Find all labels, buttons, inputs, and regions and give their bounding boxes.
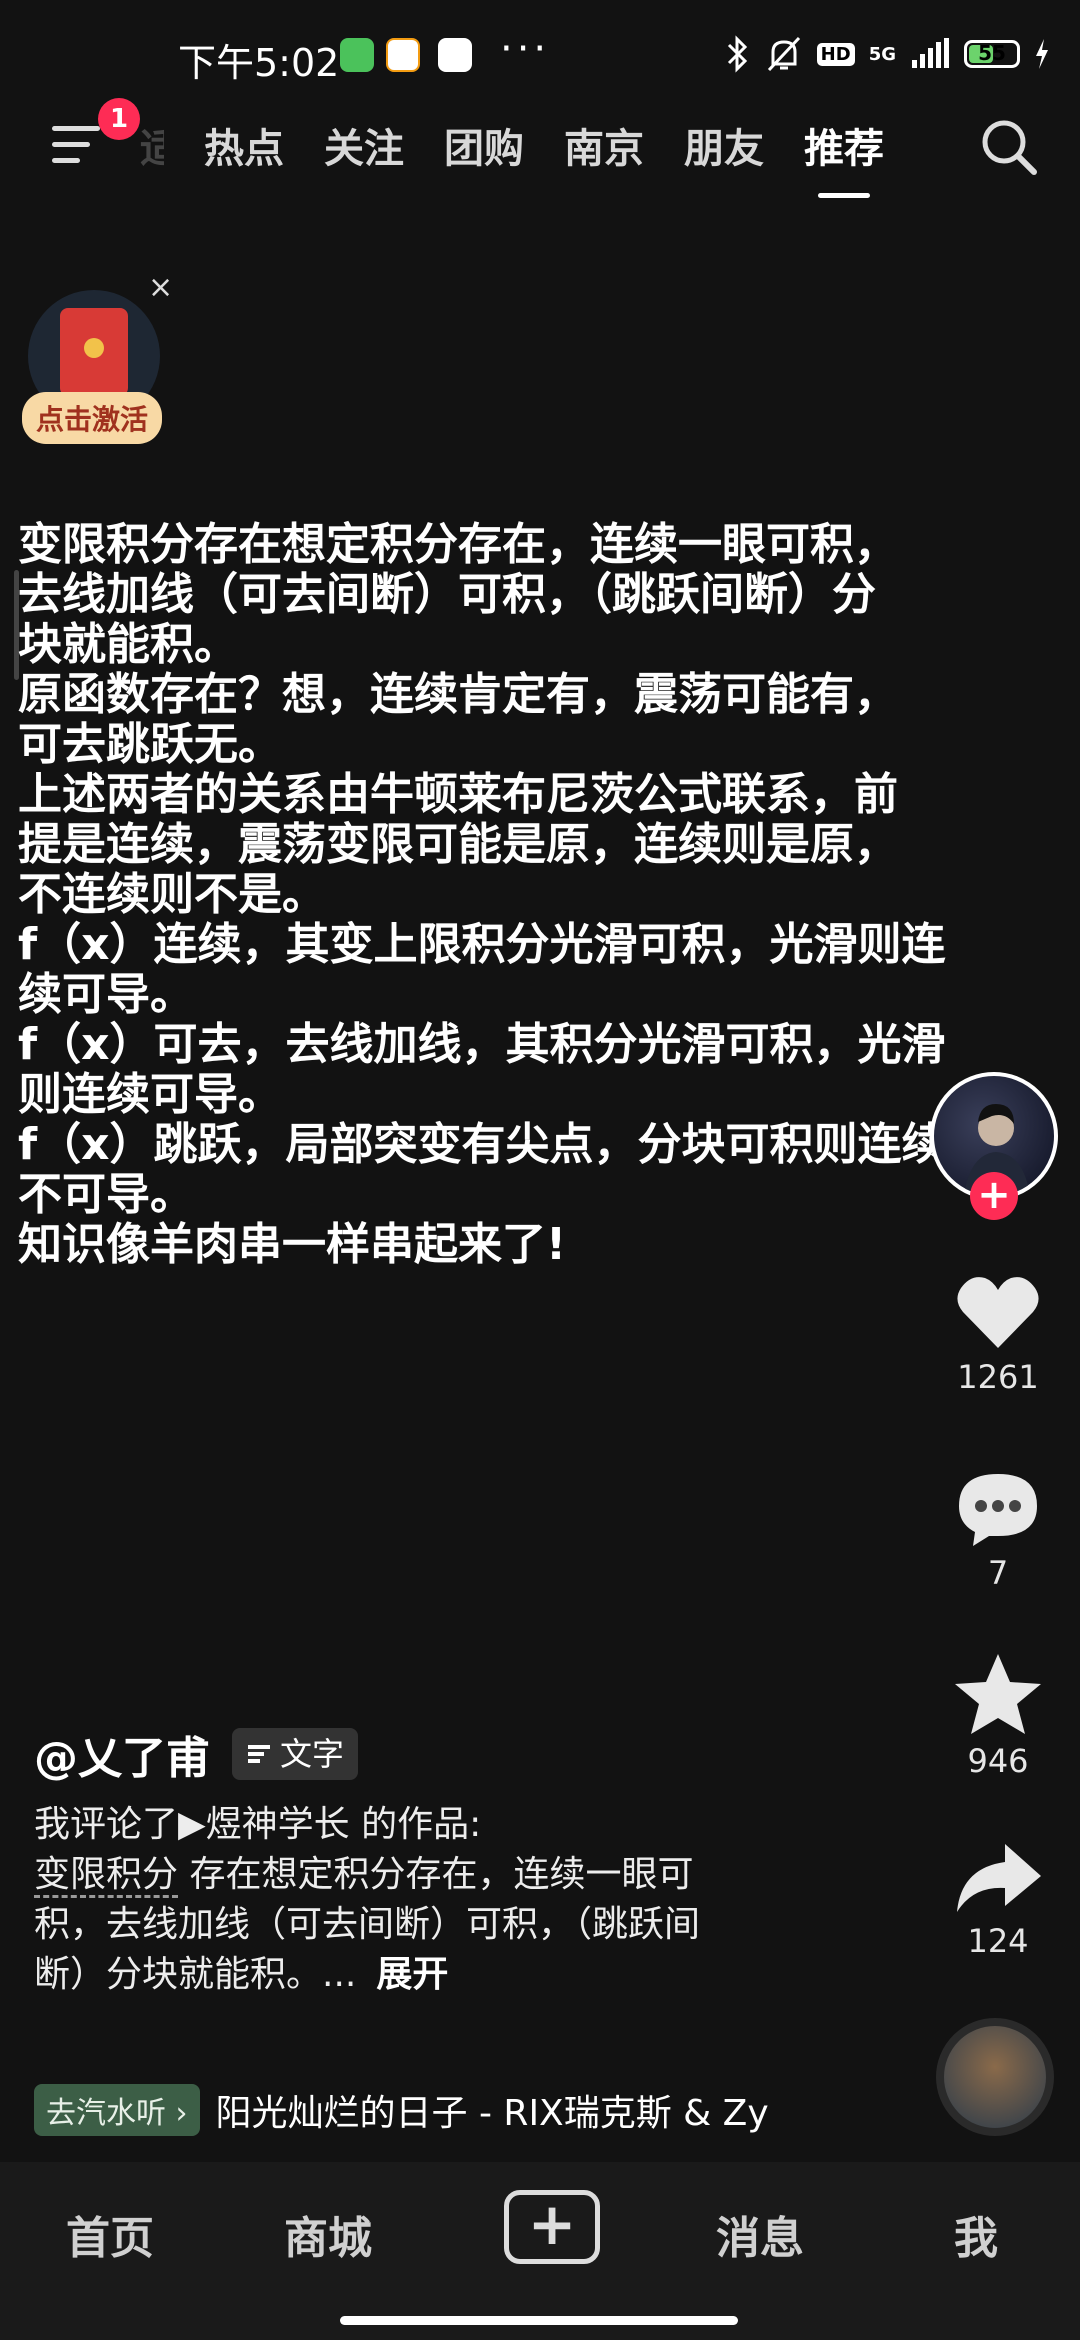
caption[interactable]: 我评论了▶煜神学长 的作品: 变限积分 存在想定积分存在，连续一眼可 积，去线加… bbox=[34, 1800, 854, 2000]
nav-me[interactable]: 我 bbox=[954, 2202, 998, 2266]
status-time: 下午5:02 bbox=[178, 41, 340, 85]
battery-percent: 55 bbox=[978, 41, 1006, 65]
tab-hot[interactable]: 热点 bbox=[204, 116, 284, 174]
soda-music-tag[interactable]: 去汽水听 › bbox=[34, 2084, 200, 2136]
post-line: 则连续可导。 bbox=[18, 1069, 282, 1120]
caption-line: 断）分块就能积。... 展开 bbox=[34, 1950, 854, 2000]
post-line: 原函数存在？想，连续肯定有，震荡可能有， bbox=[18, 669, 898, 720]
wechat-app-icon bbox=[340, 38, 374, 72]
post-line: 知识像羊肉串一样串起来了! bbox=[18, 1219, 567, 1270]
search-icon[interactable] bbox=[978, 116, 1040, 178]
follow-button[interactable]: + bbox=[970, 1172, 1018, 1220]
post-line: 不连续则不是。 bbox=[18, 869, 326, 920]
like-count: 1261 bbox=[957, 1358, 1039, 1396]
comment-button[interactable]: 7 bbox=[930, 1468, 1066, 1592]
close-icon[interactable]: × bbox=[148, 270, 173, 305]
post-line: 去线加线（可去间断）可积，（跳跃间断）分 bbox=[18, 569, 876, 620]
tab-recommend[interactable]: 推荐 bbox=[804, 116, 884, 198]
status-icons: HD 5G 55 bbox=[725, 34, 1050, 74]
music-title: 阳光灿烂的日子 - RIX瑞克斯 & Zy bbox=[215, 2093, 769, 2134]
bluetooth-icon bbox=[727, 35, 747, 73]
post-text: 变限积分存在想定积分存在，连续一眼可积， 去线加线（可去间断）可积，（跳跃间断）… bbox=[18, 520, 1068, 1270]
comment-count: 7 bbox=[987, 1554, 1009, 1592]
post-line: 块就能积。 bbox=[18, 619, 238, 670]
baidu-netdisk-app-icon bbox=[438, 38, 472, 72]
favorite-button[interactable]: 946 bbox=[930, 1652, 1066, 1780]
like-button[interactable]: 1261 bbox=[930, 1272, 1066, 1396]
caption-keyword-link[interactable]: 变限积分 bbox=[34, 1854, 179, 1898]
mute-bell-icon bbox=[767, 36, 800, 72]
expand-caption-button[interactable]: 展开 bbox=[376, 1954, 448, 1995]
tab-friends[interactable]: 朋友 bbox=[684, 116, 764, 174]
post-line: f（x）可去，去线加线，其积分光滑可积，光滑 bbox=[18, 1019, 946, 1070]
notification-badge: 1 bbox=[98, 98, 140, 140]
text-lines-icon bbox=[248, 1745, 270, 1763]
post-line: 续可导。 bbox=[18, 969, 194, 1020]
post-line: 变限积分存在想定积分存在，连续一眼可积， bbox=[18, 519, 898, 570]
red-packet-activate-button[interactable]: 点击激活 bbox=[22, 392, 163, 444]
post-line: f（x）跳跃，局部突变有尖点，分块可积则连续 bbox=[18, 1119, 946, 1170]
comment-icon bbox=[959, 1474, 1037, 1546]
hd-indicator: HD bbox=[816, 42, 855, 66]
add-post-button[interactable]: + bbox=[504, 2190, 600, 2264]
post-line: 可去跳跃无。 bbox=[18, 719, 282, 770]
music-disc[interactable] bbox=[936, 2018, 1054, 2136]
author-name[interactable]: @乂了甫 bbox=[34, 1722, 210, 1786]
post-line: 提是连续，震荡变限可能是原，连续则是原， bbox=[18, 819, 898, 870]
favorite-count: 946 bbox=[967, 1742, 1029, 1780]
caption-text: 存在想定积分存在，连续一眼可 bbox=[178, 1854, 694, 1895]
caption-line: 积，去线加线（可去间断）可积，（跳跃间 bbox=[34, 1904, 701, 1945]
bottom-nav: 首页 商城 + 消息 我 bbox=[0, 2162, 1080, 2340]
caption-text: 断）分块就能积。... bbox=[34, 1954, 357, 1995]
tab-partial[interactable]: 适 bbox=[140, 116, 164, 174]
nav-messages[interactable]: 消息 bbox=[716, 2202, 804, 2266]
share-count: 124 bbox=[967, 1922, 1029, 1960]
58-app-icon bbox=[386, 38, 420, 72]
home-indicator[interactable] bbox=[340, 2316, 738, 2325]
text-type-badge: 文字 bbox=[232, 1728, 359, 1780]
caption-line: 变限积分 存在想定积分存在，连续一眼可 bbox=[34, 1850, 854, 1900]
post-line: 不可导。 bbox=[18, 1169, 194, 1220]
status-bar: 下午5:02 ··· HD 5G 55 bbox=[0, 0, 1080, 110]
nav-home[interactable]: 首页 bbox=[66, 2202, 154, 2266]
network-indicator: 5G bbox=[868, 43, 896, 65]
more-notifications-icon: ··· bbox=[500, 26, 551, 72]
post-line: f（x）连续，其变上限积分光滑可积，光滑则连 bbox=[18, 919, 946, 970]
caption-line: 我评论了▶煜神学长 的作品: bbox=[34, 1804, 482, 1845]
nav-mall[interactable]: 商城 bbox=[284, 2202, 372, 2266]
signal-icon bbox=[912, 38, 949, 68]
star-icon bbox=[955, 1654, 1041, 1734]
tab-following[interactable]: 关注 bbox=[324, 116, 404, 174]
text-type-label: 文字 bbox=[280, 1735, 345, 1773]
tab-group-buy[interactable]: 团购 bbox=[444, 116, 524, 174]
share-button[interactable]: 124 bbox=[930, 1840, 1066, 1960]
share-arrow-icon bbox=[957, 1844, 1041, 1912]
red-envelope-icon bbox=[60, 308, 128, 396]
music-row[interactable]: 去汽水听 › 阳光灿烂的日子 - RIX瑞克斯 & Zy bbox=[34, 2084, 769, 2136]
heart-icon bbox=[957, 1277, 1039, 1348]
charging-icon bbox=[1036, 39, 1048, 69]
video-screen[interactable]: 下午5:02 ··· HD 5G 55 1 适 热点 关注 团购 南京 朋友 推… bbox=[0, 0, 1080, 2340]
battery-indicator: 55 bbox=[964, 40, 1020, 68]
top-tabs: 适 热点 关注 团购 南京 朋友 推荐 bbox=[140, 116, 884, 198]
tab-nanjing[interactable]: 南京 bbox=[564, 116, 644, 174]
post-line: 上述两者的关系由牛顿莱布尼茨公式联系，前 bbox=[18, 769, 898, 820]
